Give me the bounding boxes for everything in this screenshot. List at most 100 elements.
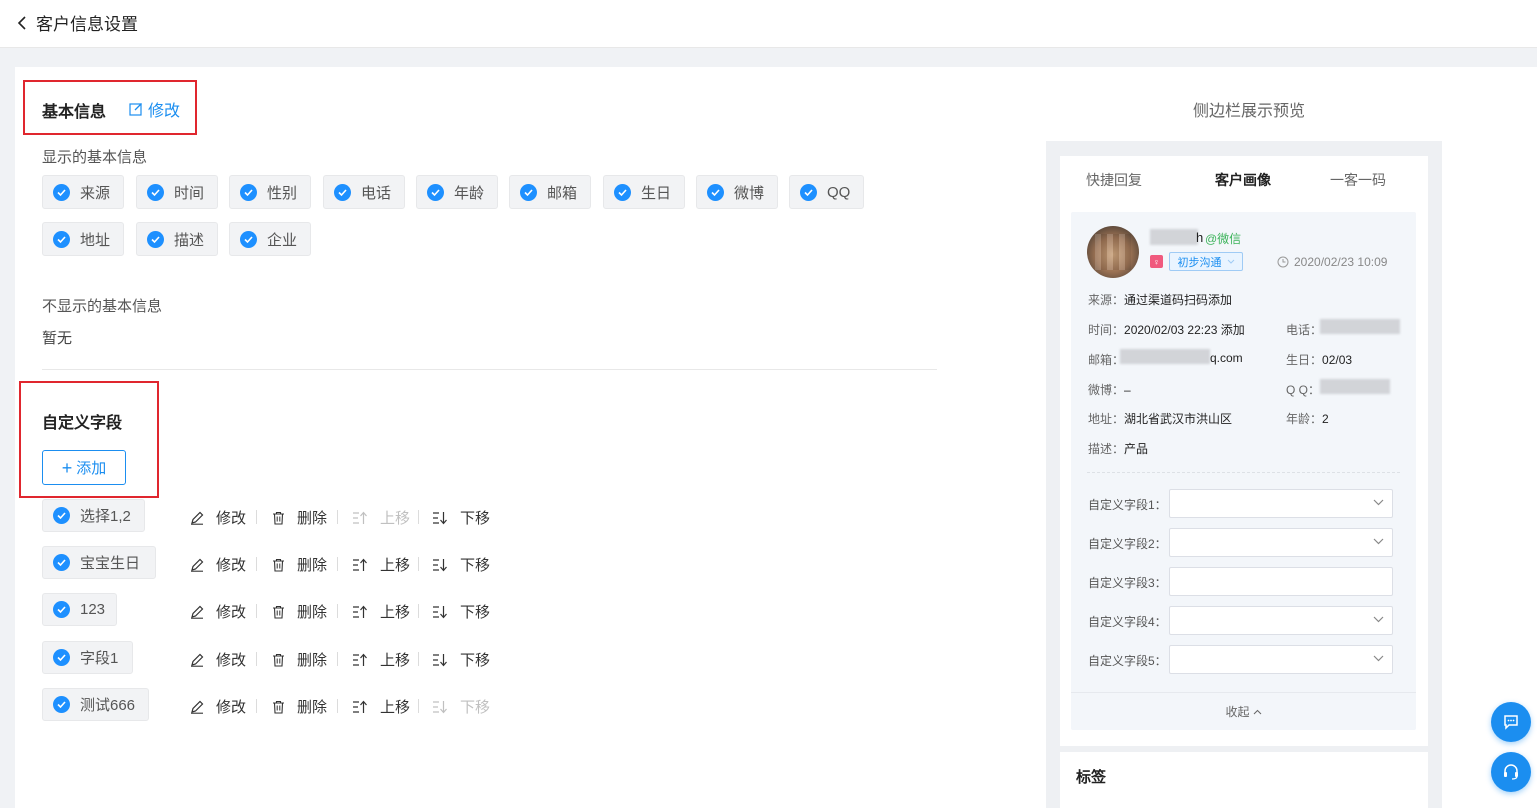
custom-field-tag[interactable]: 字段1 [42,641,133,674]
delete-field-button[interactable]: 删除 [272,696,327,717]
action-separator [337,604,338,618]
check-icon [334,183,351,201]
move-up-button[interactable]: 上移 [352,696,410,717]
tab-quick-reply[interactable]: 快捷回复 [1086,170,1142,190]
move-down-button[interactable]: 下移 [432,507,490,528]
custom-field-preview-select[interactable] [1169,606,1393,635]
move-up-button[interactable]: 上移 [352,507,410,528]
delete-field-button-label: 删除 [297,557,328,574]
info-qq: Q Q： [1286,381,1320,398]
info-address: 地址：湖北省武汉市洪山区 [1088,410,1232,427]
delete-field-button[interactable]: 删除 [272,507,327,528]
hidden-fields-label: 不显示的基本信息 [42,298,163,315]
action-separator [256,604,257,618]
add-custom-field-button[interactable]: + 添加 [42,450,126,485]
shown-field-tag[interactable]: 电话 [323,175,405,209]
check-icon [427,183,444,201]
shown-field-tag[interactable]: 邮箱 [509,175,591,209]
move-down-button[interactable]: 下移 [432,554,490,575]
custom-field-tag[interactable]: 测试666 [42,688,149,721]
tab-one-customer-one-code[interactable]: 一客一码 [1330,170,1386,190]
custom-field-label: 测试666 [80,697,136,714]
collapse-label: 收起 [1225,705,1250,719]
section-divider [42,369,937,370]
move-up-button[interactable]: 上移 [352,649,410,670]
info-value: 02/03 [1322,353,1353,367]
move-up-button[interactable]: 上移 [352,554,410,575]
custom-field-label: 宝宝生日 [80,555,141,572]
shown-field-tag[interactable]: 地址 [42,222,124,256]
info-phone: 电话： [1286,321,1322,338]
edit-field-button-label: 修改 [216,652,247,669]
pencil-icon [190,558,210,572]
edit-field-button-label: 修改 [216,510,247,527]
check-icon [53,230,70,248]
move-down-button[interactable]: 下移 [432,696,490,717]
custom-field-preview-select[interactable] [1169,528,1393,557]
chevron-left-icon [17,15,26,30]
shown-field-tag[interactable]: 时间 [136,175,218,209]
plus-icon: + [61,457,73,478]
check-icon [53,601,70,618]
shown-field-label: 生日 [641,184,672,202]
shown-field-tag[interactable]: 描述 [136,222,218,256]
info-desc: 描述：产品 [1088,440,1148,457]
shown-field-tag[interactable]: 生日 [603,175,685,209]
pencil-icon [190,511,210,525]
shown-field-tag[interactable]: 性别 [229,175,311,209]
action-separator [418,510,419,524]
custom-field-preview-select[interactable] [1169,489,1393,518]
info-birthday: 生日：02/03 [1286,351,1352,368]
edit-basic-info-link[interactable]: 修改 [129,97,180,121]
sort-up-icon [352,511,374,525]
back-button[interactable]: 客户信息设置 [16,10,138,35]
edit-field-button[interactable]: 修改 [190,507,246,528]
info-time: 时间：2020/02/03 22:23 添加 [1088,321,1245,338]
custom-field-preview-select[interactable] [1169,645,1393,674]
move-up-button[interactable]: 上移 [352,601,410,622]
shown-field-label: 描述 [174,231,205,249]
custom-field-preview-input[interactable] [1169,567,1393,596]
edit-field-button[interactable]: 修改 [190,649,246,670]
shown-field-tag[interactable]: QQ [789,175,864,209]
move-down-button[interactable]: 下移 [432,649,490,670]
delete-field-button[interactable]: 删除 [272,554,327,575]
female-gender-icon: ♀ [1150,255,1163,268]
collapse-button[interactable]: 收起 [1071,692,1416,730]
action-separator [256,510,257,524]
info-value: 2 [1322,412,1329,426]
edit-field-button[interactable]: 修改 [190,696,246,717]
shown-field-tag[interactable]: 年龄 [416,175,498,209]
edit-basic-info-label: 修改 [148,103,181,120]
trash-icon [272,653,291,667]
tab-customer-profile[interactable]: 客户画像 [1215,170,1271,190]
shown-field-tag[interactable]: 企业 [229,222,311,256]
shown-field-label: 年龄 [454,184,485,202]
shown-field-tag[interactable]: 微博 [696,175,778,209]
customer-stage-select[interactable]: 初步沟通 [1169,252,1243,271]
custom-field-tag[interactable]: 选择1,2 [42,499,145,532]
custom-field-tag[interactable]: 123 [42,593,117,626]
action-separator [418,604,419,618]
qq-mask [1320,379,1390,394]
delete-field-button[interactable]: 删除 [272,649,327,670]
shown-field-tag[interactable]: 来源 [42,175,124,209]
edit-field-button[interactable]: 修改 [190,601,246,622]
shown-field-label: 企业 [267,231,298,249]
page-title: 客户信息设置 [36,15,138,34]
chat-float-button[interactable] [1491,702,1531,742]
custom-field-label: 123 [80,601,106,618]
info-key: 邮箱： [1088,353,1125,367]
move-down-button-label: 下移 [460,557,491,574]
action-separator [418,699,419,713]
move-down-button[interactable]: 下移 [432,601,490,622]
sort-up-icon [352,700,374,714]
info-key: 生日： [1286,353,1323,367]
delete-field-button[interactable]: 删除 [272,601,327,622]
support-float-button[interactable] [1491,752,1531,792]
custom-field-preview-label: 自定义字段4： [1088,615,1167,629]
edit-field-button[interactable]: 修改 [190,554,246,575]
delete-field-button-label: 删除 [297,652,328,669]
move-up-button-label: 上移 [380,604,411,621]
custom-field-tag[interactable]: 宝宝生日 [42,546,156,579]
